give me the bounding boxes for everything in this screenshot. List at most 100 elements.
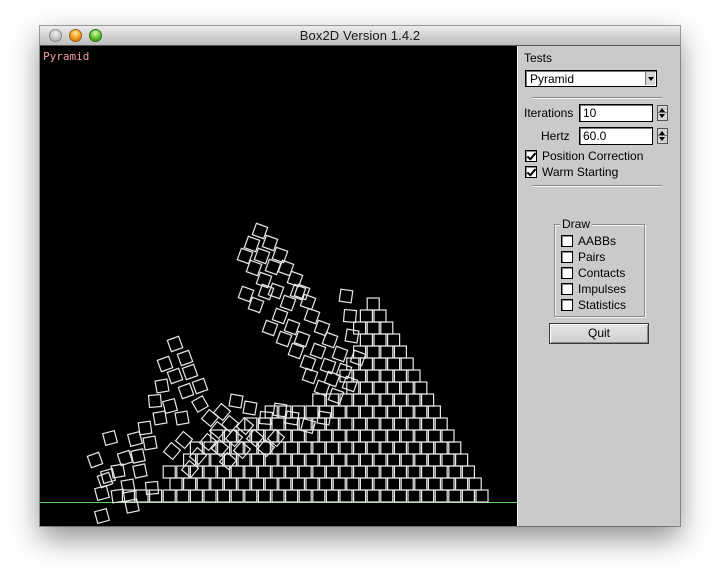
physics-box	[407, 465, 421, 479]
physics-box	[380, 465, 394, 479]
physics-box	[277, 259, 295, 277]
iterations-stepper[interactable]	[657, 105, 668, 121]
physics-box	[366, 297, 380, 311]
physics-box	[203, 465, 217, 479]
physics-box	[339, 441, 353, 455]
checkbox-unchecked[interactable]	[561, 267, 573, 279]
physics-box	[313, 319, 331, 337]
physics-box	[434, 489, 448, 503]
physics-box	[312, 465, 326, 479]
physics-box	[142, 435, 158, 451]
physics-box	[475, 489, 489, 503]
checkbox-unchecked[interactable]	[561, 251, 573, 263]
physics-box	[344, 328, 360, 344]
physics-box	[101, 429, 119, 447]
physics-box	[414, 453, 428, 467]
physics-box	[400, 381, 414, 395]
physics-box	[455, 477, 469, 491]
physics-box	[126, 430, 144, 448]
physics-box	[373, 453, 387, 467]
physics-box	[366, 369, 380, 383]
physics-box	[387, 429, 401, 443]
physics-box	[380, 345, 394, 359]
stepper-down-icon[interactable]	[659, 114, 665, 118]
hertz-value: 60.0	[583, 129, 607, 143]
physics-box	[353, 441, 367, 455]
physics-box	[298, 489, 312, 503]
physics-box	[414, 405, 428, 419]
physics-box	[166, 335, 184, 353]
physics-box	[210, 477, 224, 491]
physics-box	[154, 378, 170, 394]
physics-box	[217, 489, 231, 503]
physics-box	[366, 441, 380, 455]
physics-box	[421, 465, 435, 479]
physics-box	[339, 393, 353, 407]
physics-box	[353, 489, 367, 503]
physics-box	[353, 417, 367, 431]
physics-box	[243, 235, 261, 253]
physics-box	[196, 477, 210, 491]
physics-box	[414, 381, 428, 395]
checkbox-checked[interactable]	[525, 150, 537, 162]
physics-box	[448, 465, 462, 479]
physics-box	[393, 345, 407, 359]
checkbox-unchecked[interactable]	[561, 299, 573, 311]
physics-box	[448, 441, 462, 455]
physics-box	[285, 441, 299, 455]
physics-box	[162, 441, 182, 461]
chevron-down-icon[interactable]	[645, 72, 655, 85]
physics-box	[264, 258, 282, 276]
hertz-input[interactable]: 60.0	[579, 127, 653, 145]
hertz-stepper[interactable]	[657, 128, 668, 144]
physics-box	[421, 441, 435, 455]
physics-box	[278, 477, 292, 491]
physics-box	[251, 453, 265, 467]
physics-box	[291, 453, 305, 467]
physics-box	[325, 441, 339, 455]
physics-box	[251, 222, 269, 240]
checkbox-unchecked[interactable]	[561, 283, 573, 295]
physics-box	[223, 477, 237, 491]
iterations-input[interactable]: 10	[579, 104, 653, 122]
physics-box	[312, 489, 326, 503]
position-correction-label: Position Correction	[542, 149, 644, 163]
checkbox-unchecked[interactable]	[561, 235, 573, 247]
physics-box	[279, 294, 297, 312]
checkbox-checked[interactable]	[525, 166, 537, 178]
physics-box	[162, 465, 176, 479]
physics-box	[373, 381, 387, 395]
iterations-value: 10	[583, 106, 597, 120]
physics-box	[441, 453, 455, 467]
physics-box	[414, 477, 428, 491]
physics-box	[400, 405, 414, 419]
physics-box	[373, 477, 387, 491]
physics-box	[312, 393, 326, 407]
physics-box	[366, 393, 380, 407]
physics-box	[335, 362, 353, 380]
physics-box	[393, 441, 407, 455]
physics-box	[427, 477, 441, 491]
physics-box	[359, 381, 373, 395]
title-bar[interactable]: Box2D Version 1.4.2	[40, 26, 680, 46]
physics-box	[380, 321, 394, 335]
physics-box	[380, 417, 394, 431]
simulation-canvas[interactable]: Pyramid	[40, 46, 517, 526]
physics-box	[373, 333, 387, 347]
draw-group-legend: Draw	[560, 217, 593, 231]
physics-box	[190, 394, 210, 414]
physics-box	[353, 465, 367, 479]
physics-box	[359, 477, 373, 491]
physics-box	[407, 393, 421, 407]
separator	[532, 97, 662, 99]
physics-box	[251, 477, 265, 491]
physics-box	[253, 247, 271, 265]
app-window: Box2D Version 1.4.2 Pyramid Tests Pyrami…	[40, 26, 680, 526]
physics-box	[309, 342, 327, 360]
physics-box	[148, 489, 163, 503]
quit-button[interactable]: Quit	[549, 323, 649, 344]
physics-box	[468, 477, 482, 491]
tests-dropdown-value: Pyramid	[530, 72, 575, 86]
stepper-down-icon[interactable]	[659, 137, 665, 141]
tests-dropdown[interactable]: Pyramid	[525, 70, 657, 87]
